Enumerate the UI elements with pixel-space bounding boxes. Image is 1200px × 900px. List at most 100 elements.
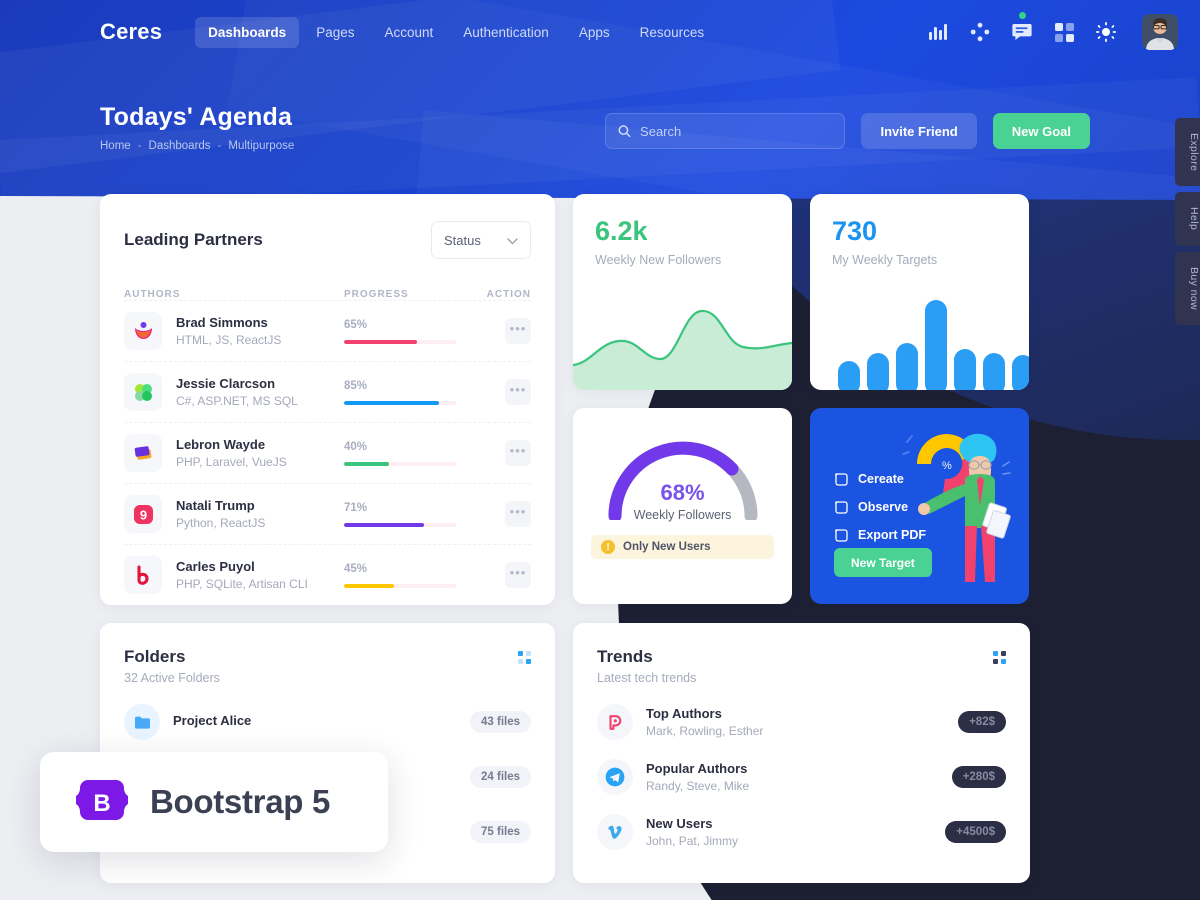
svg-text:%: % bbox=[942, 460, 952, 472]
list-item: Popular Authors Randy, Steve, Mike +280$ bbox=[597, 759, 1006, 795]
side-tab-help[interactable]: Help bbox=[1175, 192, 1200, 246]
trend-name: Popular Authors bbox=[646, 761, 748, 776]
bootstrap-badge-label: Bootstrap 5 bbox=[150, 783, 331, 820]
new-target-button[interactable]: New Target bbox=[834, 548, 932, 577]
side-tab-buy-now[interactable]: Buy now bbox=[1175, 251, 1200, 325]
app-root: Ceres Dashboards Pages Account Authentic… bbox=[0, 0, 1200, 900]
nav-link-dashboards[interactable]: Dashboards bbox=[195, 16, 300, 48]
table-row: Lebron Wayde PHP, Laravel, VueJS 40% ••• bbox=[124, 422, 531, 483]
progress-bar bbox=[344, 583, 456, 588]
row-actions-button[interactable]: ••• bbox=[505, 318, 531, 344]
todo-item-create[interactable]: Cereate bbox=[834, 472, 926, 486]
new-goal-button[interactable]: New Goal bbox=[992, 113, 1090, 149]
trend-desc: Randy, Steve, Mike bbox=[646, 779, 750, 793]
stat-value: 6.2k bbox=[595, 216, 648, 246]
navbar: Ceres Dashboards Pages Account Authentic… bbox=[0, 0, 1200, 64]
leading-partners-card: Leading Partners Status AUTHORS PROGRESS… bbox=[100, 194, 555, 605]
partner-logo-icon bbox=[124, 434, 162, 472]
notification-dot bbox=[1019, 12, 1026, 19]
partner-percent: 40% bbox=[344, 440, 368, 453]
progress-bar bbox=[344, 339, 456, 344]
leading-partners-title: Leading Partners bbox=[124, 230, 263, 249]
partner-name: Jessie Clarcson bbox=[176, 376, 276, 391]
file-count-badge: 75 files bbox=[470, 821, 531, 843]
partner-name: Brad Simmons bbox=[176, 315, 268, 330]
trend-name: Top Authors bbox=[646, 706, 722, 721]
todo-item-export-pdf[interactable]: Export PDF bbox=[834, 528, 926, 542]
row-actions-button[interactable]: ••• bbox=[505, 440, 531, 466]
side-tab-explore[interactable]: Explore bbox=[1175, 118, 1200, 187]
todo-label: Export PDF bbox=[858, 528, 927, 542]
breadcrumb-sep: - bbox=[137, 140, 142, 152]
todo-label: Cereate bbox=[858, 472, 904, 486]
table-row: Brad Simmons HTML, JS, ReactJS 65% ••• bbox=[124, 300, 531, 361]
svg-text:B: B bbox=[93, 790, 110, 817]
breadcrumb-home[interactable]: Home bbox=[100, 140, 131, 152]
partner-logo-icon bbox=[124, 556, 162, 594]
row-actions-button[interactable]: ••• bbox=[505, 379, 531, 405]
folder-icon bbox=[124, 704, 160, 740]
row-actions-button[interactable]: ••• bbox=[505, 562, 531, 588]
sun-icon[interactable] bbox=[1096, 22, 1116, 42]
breadcrumb-multipurpose[interactable]: Multipurpose bbox=[228, 140, 294, 152]
trend-amount-badge: +4500$ bbox=[945, 821, 1006, 843]
svg-text:9: 9 bbox=[139, 507, 146, 522]
todo-label: Observe bbox=[858, 500, 909, 514]
folders-subtitle: 32 Active Folders bbox=[124, 671, 220, 685]
trend-desc: Mark, Rowling, Esther bbox=[646, 724, 764, 738]
invite-friend-button[interactable]: Invite Friend bbox=[861, 113, 977, 149]
status-select[interactable]: Status bbox=[431, 221, 531, 259]
nav-link-pages[interactable]: Pages bbox=[303, 17, 367, 48]
navbar-actions bbox=[928, 12, 1178, 50]
col-action: ACTION bbox=[486, 289, 531, 300]
gauge-card: 68% Weekly Followers ! Only New Users bbox=[573, 408, 792, 604]
partner-percent: 85% bbox=[344, 379, 368, 392]
sparkle-icon[interactable] bbox=[970, 22, 990, 42]
partner-name: Lebron Wayde bbox=[176, 437, 266, 452]
todo-list: Cereate Observe Export PDF bbox=[834, 472, 926, 556]
grid-menu-icon[interactable] bbox=[518, 651, 531, 664]
checkbox-icon bbox=[835, 473, 848, 486]
progress-bar bbox=[344, 522, 456, 527]
avatar[interactable] bbox=[1142, 14, 1178, 50]
progress-bar bbox=[344, 400, 456, 405]
partner-percent: 71% bbox=[344, 501, 368, 514]
trends-subtitle: Latest tech trends bbox=[597, 671, 697, 685]
partner-logo-icon bbox=[124, 312, 162, 350]
search-input[interactable] bbox=[640, 123, 833, 139]
nav-link-apps[interactable]: Apps bbox=[566, 17, 623, 48]
breadcrumb-dashboards[interactable]: Dashboards bbox=[149, 140, 211, 152]
todo-item-observe[interactable]: Observe bbox=[834, 500, 926, 514]
file-count-badge: 43 files bbox=[470, 711, 531, 733]
trend-amount-badge: +82$ bbox=[958, 711, 1006, 733]
vimeo-icon bbox=[597, 814, 633, 850]
status-select-value: Status bbox=[444, 232, 481, 248]
brand-logo[interactable]: Ceres bbox=[100, 19, 162, 45]
grid-menu-icon[interactable] bbox=[993, 651, 1006, 664]
page-header: Todays' Agenda Home - Dashboards - Multi… bbox=[100, 103, 294, 152]
trends-card: Trends Latest tech trends Top Authors Ma… bbox=[573, 623, 1030, 883]
checkbox-icon bbox=[835, 501, 848, 514]
gauge-percent: 68% bbox=[660, 480, 705, 505]
chat-icon[interactable] bbox=[1012, 12, 1032, 42]
trend-desc: John, Pat, Jimmy bbox=[646, 834, 739, 848]
partner-skills: Python, ReactJS bbox=[176, 516, 266, 530]
nav-link-resources[interactable]: Resources bbox=[627, 17, 718, 48]
grid-icon[interactable] bbox=[1054, 22, 1074, 42]
folder-name: Project Alice bbox=[173, 713, 252, 728]
list-item: Top Authors Mark, Rowling, Esther +82$ bbox=[597, 704, 1006, 740]
row-actions-button[interactable]: ••• bbox=[505, 501, 531, 527]
partner-logo-icon: 9 bbox=[124, 495, 162, 533]
breadcrumb-sep: - bbox=[217, 140, 222, 152]
chart-bars-icon[interactable] bbox=[928, 22, 948, 42]
gauge-note-text: Only New Users bbox=[623, 541, 711, 553]
table-row: Jessie Clarcson C#, ASP.NET, MS SQL 85% … bbox=[124, 361, 531, 422]
search-box[interactable] bbox=[605, 113, 846, 149]
partner-name: Carles Puyol bbox=[176, 559, 255, 574]
nav-link-authentication[interactable]: Authentication bbox=[450, 17, 562, 48]
stat-label: My Weekly Targets bbox=[832, 253, 938, 267]
table-row: 9 Natali Trump Python, ReactJS 71% ••• bbox=[124, 483, 531, 544]
partner-skills: PHP, SQLite, Artisan CLI bbox=[176, 577, 308, 591]
nav-link-account[interactable]: Account bbox=[371, 17, 446, 48]
stat-label: Weekly New Followers bbox=[595, 253, 722, 267]
